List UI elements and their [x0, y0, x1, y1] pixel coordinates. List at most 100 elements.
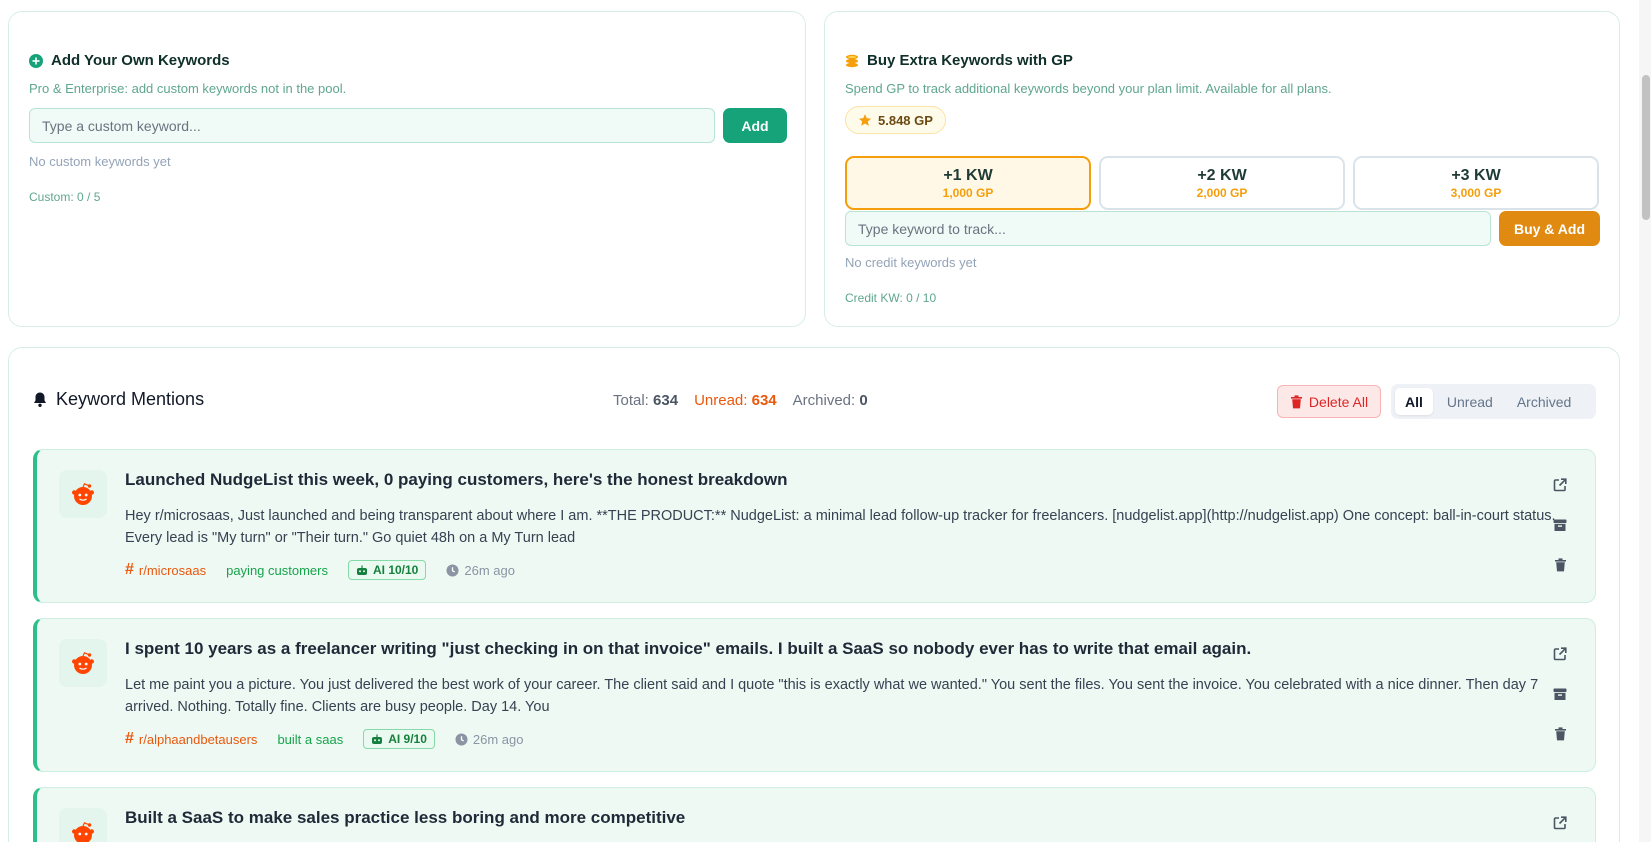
mention-meta: # r/microsaas paying customers AI 10/10 2… [125, 560, 515, 580]
external-link-icon [1553, 647, 1567, 661]
open-link-button[interactable] [1545, 639, 1575, 669]
ai-score-badge: AI 9/10 [363, 729, 435, 749]
open-link-button[interactable] [1545, 808, 1575, 838]
trash-icon [1290, 394, 1302, 408]
tab-all[interactable]: All [1395, 388, 1433, 415]
custom-keyword-input[interactable] [29, 108, 715, 143]
custom-keywords-card: Add Your Own Keywords Pro & Enterprise: … [8, 11, 806, 327]
mention-item[interactable]: Built a SaaS to make sales practice less… [33, 787, 1596, 842]
mention-filter-tabs: All Unread Archived [1391, 384, 1596, 419]
mention-actions [1545, 808, 1575, 838]
add-keyword-button[interactable]: Add [723, 108, 787, 143]
stat-unread-label: Unread: [694, 392, 748, 409]
gp-balance-badge: 5.848 GP [845, 106, 946, 134]
delete-button[interactable] [1545, 550, 1575, 580]
gp-keywords-title: Buy Extra Keywords with GP [845, 52, 1073, 69]
trash-icon [1554, 727, 1566, 741]
stat-unread-value: 634 [751, 392, 777, 409]
option-gp-price: 3,000 GP [1450, 185, 1502, 200]
subreddit-name: r/alphaandbetausers [138, 731, 258, 747]
bell-icon [34, 392, 46, 407]
matched-keyword: paying customers [226, 562, 328, 578]
custom-keywords-counter: Custom: 0 / 5 [29, 190, 101, 204]
mention-time-value: 26m ago [472, 731, 524, 747]
option-3-kw[interactable]: +3 KW 3,000 GP [1353, 156, 1599, 210]
custom-keywords-title-text: Add Your Own Keywords [51, 52, 230, 69]
delete-all-button[interactable]: Delete All [1277, 385, 1381, 418]
ai-score-value: AI 9/10 [388, 732, 427, 746]
coins-icon [846, 54, 858, 67]
archive-icon [1553, 519, 1567, 531]
reddit-icon [72, 483, 94, 505]
mention-actions [1545, 470, 1575, 580]
delete-button[interactable] [1545, 719, 1575, 749]
tab-archived[interactable]: Archived [1507, 388, 1581, 415]
custom-keywords-title: Add Your Own Keywords [29, 52, 230, 69]
track-keyword-input[interactable] [845, 211, 1491, 246]
subreddit-tag[interactable]: # r/alphaandbetausers [125, 730, 257, 748]
credit-keywords-empty: No credit keywords yet [845, 255, 977, 270]
scrollbar-thumb[interactable] [1642, 75, 1650, 220]
mention-title[interactable]: Launched NudgeList this week, 0 paying c… [125, 470, 787, 490]
archive-button[interactable] [1545, 679, 1575, 709]
stat-unread: Unread: 634 [694, 392, 777, 409]
option-kw-label: +3 KW [1451, 166, 1501, 184]
subreddit-tag[interactable]: # r/microsaas [125, 561, 206, 579]
stat-archived-value: 0 [859, 392, 868, 409]
credit-keywords-counter: Credit KW: 0 / 10 [845, 291, 937, 305]
trash-icon [1554, 558, 1566, 572]
mention-body: Hey r/microsaas, Just launched and being… [125, 508, 1556, 546]
archive-icon [1553, 688, 1567, 700]
delete-all-label: Delete All [1308, 393, 1369, 410]
option-gp-price: 1,000 GP [942, 185, 994, 200]
option-kw-label: +1 KW [943, 166, 993, 184]
buy-and-add-button[interactable]: Buy & Add [1499, 211, 1600, 246]
reddit-icon [72, 822, 94, 842]
archive-button[interactable] [1545, 510, 1575, 540]
ai-score-value: AI 10/10 [372, 563, 419, 577]
option-kw-label: +2 KW [1197, 166, 1247, 184]
mentions-title: Keyword Mentions [56, 389, 205, 409]
ai-score-badge: AI 10/10 [347, 560, 427, 580]
mention-item[interactable]: Launched NudgeList this week, 0 paying c… [33, 449, 1596, 603]
mention-title[interactable]: I spent 10 years as a freelancer writing… [125, 639, 1251, 659]
option-gp-price: 2,000 GP [1196, 185, 1248, 200]
robot-icon [356, 565, 367, 575]
mention-time-value: 26m ago [464, 562, 515, 578]
stat-total: Total: 634 [613, 392, 678, 409]
hash-icon: # [125, 561, 134, 578]
hash-icon: # [125, 730, 134, 747]
external-link-icon [1553, 478, 1567, 492]
mention-title[interactable]: Built a SaaS to make sales practice less… [125, 808, 685, 828]
custom-keywords-empty: No custom keywords yet [29, 154, 171, 169]
custom-keywords-subtitle: Pro & Enterprise: add custom keywords no… [29, 81, 347, 96]
stat-archived: Archived: 0 [793, 392, 868, 409]
mention-item[interactable]: I spent 10 years as a freelancer writing… [33, 618, 1596, 772]
clock-icon [455, 733, 468, 745]
reddit-avatar [59, 808, 107, 842]
stat-archived-label: Archived: [792, 392, 856, 409]
tab-unread[interactable]: Unread [1437, 388, 1503, 415]
clock-icon [446, 564, 459, 576]
page-scrollbar[interactable] [1639, 0, 1651, 842]
mention-time: 26m ago [455, 732, 524, 747]
mention-body: Let me paint you a picture. You just del… [125, 677, 1539, 715]
gp-balance-value: 5.848 GP [878, 112, 933, 128]
external-link-icon [1553, 816, 1567, 830]
matched-keyword: built a saas [277, 731, 344, 747]
mentions-header: Keyword Mentions [32, 389, 204, 410]
star-icon [858, 114, 872, 126]
mention-time: 26m ago [446, 563, 515, 578]
option-2-kw[interactable]: +2 KW 2,000 GP [1099, 156, 1345, 210]
subreddit-name: r/microsaas [138, 562, 207, 578]
option-1-kw[interactable]: +1 KW 1,000 GP [845, 156, 1091, 210]
mention-meta: # r/alphaandbetausers built a saas AI 9/1… [125, 729, 524, 749]
gp-keywords-subtitle: Spend GP to track additional keywords be… [845, 81, 1332, 96]
gp-keywords-card: Buy Extra Keywords with GP Spend GP to t… [824, 11, 1620, 327]
stat-total-label: Total: [613, 392, 649, 409]
open-link-button[interactable] [1545, 470, 1575, 500]
reddit-avatar [59, 470, 107, 518]
reddit-avatar [59, 639, 107, 687]
gp-keywords-title-text: Buy Extra Keywords with GP [867, 52, 1073, 69]
stat-total-value: 634 [653, 392, 679, 409]
